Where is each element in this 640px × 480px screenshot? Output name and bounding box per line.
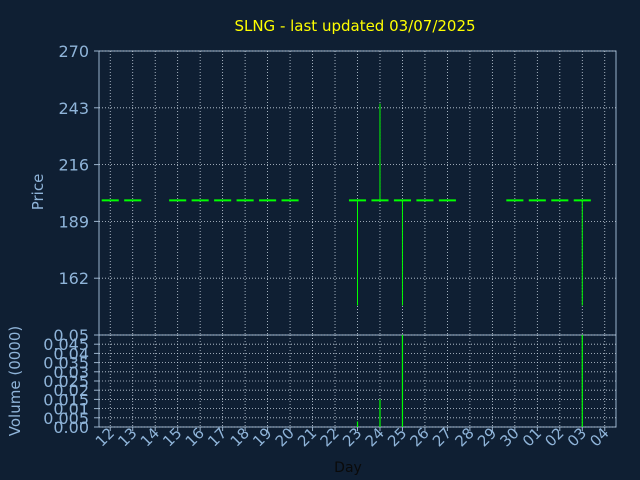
price-tick-label: 162: [58, 269, 89, 288]
stock-chart: SLNG - last updated 03/07/2025 162 189 216…: [6, 17, 617, 476]
price-tick-label: 216: [58, 156, 89, 175]
price-tick-label: 189: [58, 212, 89, 231]
x-axis-label: Day: [334, 460, 362, 476]
price-panel: 162 189 216 243 270: [58, 42, 617, 336]
volume-axis-label: Volume (0000): [6, 326, 24, 436]
volume-panel: 0.000.0050.010.0150.020.0250.030.0350.04…: [43, 326, 617, 450]
price-tick-label: 243: [58, 99, 89, 118]
chart-title: SLNG - last updated 03/07/2025: [234, 17, 475, 35]
volume-tick-label: 0.05: [53, 326, 89, 345]
price-axis-label: Price: [29, 174, 47, 211]
price-tick-label: 270: [58, 42, 89, 61]
x-tick-label: 04: [586, 424, 612, 450]
